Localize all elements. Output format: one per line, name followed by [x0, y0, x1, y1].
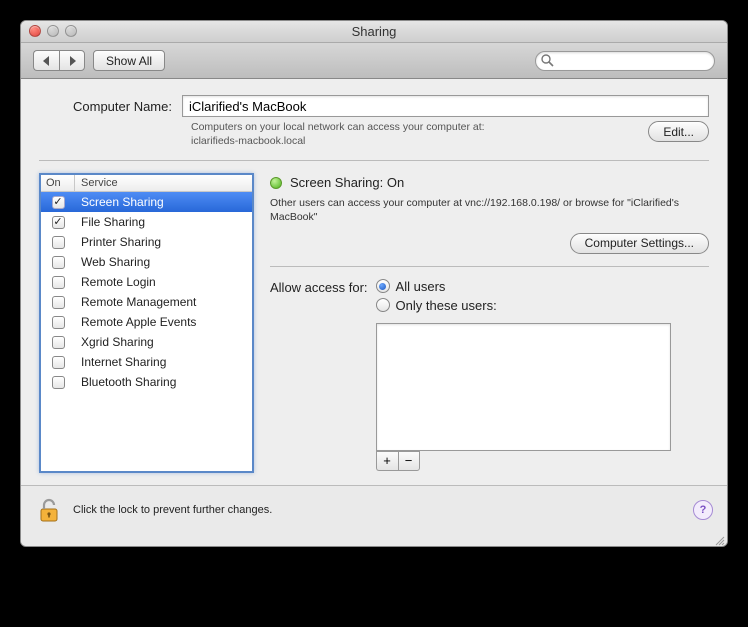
lock-row: Click the lock to prevent further change…	[21, 485, 727, 534]
edit-button[interactable]: Edit...	[648, 121, 709, 142]
status-description: Other users can access your computer at …	[270, 196, 709, 224]
search-input[interactable]	[535, 51, 715, 71]
service-checkbox[interactable]	[41, 316, 75, 329]
help-button[interactable]: ?	[693, 500, 713, 520]
lock-text: Click the lock to prevent further change…	[73, 504, 272, 516]
radio-all-users[interactable]: All users	[376, 279, 671, 294]
chevron-left-icon	[43, 56, 51, 66]
checkbox-icon	[52, 316, 65, 329]
col-on: On	[41, 175, 75, 191]
services-list[interactable]: On Service Screen Sharing File Sharing Pri…	[39, 173, 254, 473]
service-detail: Screen Sharing: On Other users can acces…	[270, 173, 709, 473]
service-checkbox[interactable]	[41, 276, 75, 289]
service-checkbox[interactable]	[41, 296, 75, 309]
radio-icon	[376, 298, 390, 312]
close-icon[interactable]	[29, 25, 41, 37]
service-name: Printer Sharing	[75, 235, 252, 249]
list-item[interactable]: Bluetooth Sharing	[41, 372, 252, 392]
service-name: Remote Management	[75, 295, 252, 309]
nav-buttons	[33, 50, 85, 71]
list-item[interactable]: Internet Sharing	[41, 352, 252, 372]
list-item[interactable]: Xgrid Sharing	[41, 332, 252, 352]
service-checkbox[interactable]	[41, 196, 75, 209]
forward-button[interactable]	[59, 50, 85, 71]
checkbox-icon	[52, 216, 65, 229]
list-item[interactable]: Printer Sharing	[41, 232, 252, 252]
service-checkbox[interactable]	[41, 376, 75, 389]
checkbox-icon	[52, 236, 65, 249]
checkbox-icon	[52, 276, 65, 289]
list-item[interactable]: Web Sharing	[41, 252, 252, 272]
list-item[interactable]: Remote Login	[41, 272, 252, 292]
service-checkbox[interactable]	[41, 356, 75, 369]
list-item[interactable]: Remote Apple Events	[41, 312, 252, 332]
content: Computer Name: Computers on your local n…	[21, 79, 727, 485]
service-name: Xgrid Sharing	[75, 335, 252, 349]
service-checkbox[interactable]	[41, 236, 75, 249]
users-list[interactable]	[376, 323, 671, 451]
list-item[interactable]: Screen Sharing	[41, 192, 252, 212]
add-user-button[interactable]: +	[376, 451, 398, 471]
sharing-preferences-window: Sharing Show All Computer Name:	[20, 20, 728, 547]
status-title: Screen Sharing: On	[290, 175, 404, 190]
checkbox-icon	[52, 256, 65, 269]
status-indicator-icon	[270, 177, 282, 189]
access-label: Allow access for:	[270, 279, 368, 295]
checkbox-icon	[52, 376, 65, 389]
radio-only-users[interactable]: Only these users:	[376, 298, 671, 313]
show-all-label: Show All	[106, 54, 152, 68]
radio-icon	[376, 279, 390, 293]
service-checkbox[interactable]	[41, 256, 75, 269]
search	[535, 51, 715, 71]
lock-icon[interactable]	[35, 496, 63, 524]
services-header: On Service	[41, 175, 252, 192]
list-item[interactable]: File Sharing	[41, 212, 252, 232]
service-name: Web Sharing	[75, 255, 252, 269]
service-name: Remote Apple Events	[75, 315, 252, 329]
col-service: Service	[75, 175, 252, 191]
checkbox-icon	[52, 356, 65, 369]
search-icon	[541, 54, 554, 67]
service-name: Screen Sharing	[75, 195, 252, 209]
remove-user-button[interactable]: −	[398, 451, 420, 471]
show-all-button[interactable]: Show All	[93, 50, 165, 71]
computer-name-input[interactable]	[182, 95, 709, 117]
service-name: Remote Login	[75, 275, 252, 289]
back-button[interactable]	[33, 50, 59, 71]
resize-grip[interactable]	[21, 534, 727, 546]
checkbox-icon	[52, 196, 65, 209]
divider	[39, 160, 709, 161]
list-item[interactable]: Remote Management	[41, 292, 252, 312]
minimize-icon[interactable]	[47, 25, 59, 37]
divider	[270, 266, 709, 267]
service-checkbox[interactable]	[41, 336, 75, 349]
chevron-right-icon	[68, 56, 76, 66]
service-name: File Sharing	[75, 215, 252, 229]
service-name: Internet Sharing	[75, 355, 252, 369]
window-controls	[29, 25, 77, 37]
computer-settings-button[interactable]: Computer Settings...	[570, 233, 709, 254]
computer-name-hint: Computers on your local network can acce…	[191, 121, 636, 148]
checkbox-icon	[52, 336, 65, 349]
service-name: Bluetooth Sharing	[75, 375, 252, 389]
toolbar: Show All	[21, 43, 727, 79]
window-title: Sharing	[352, 24, 397, 39]
zoom-icon[interactable]	[65, 25, 77, 37]
service-checkbox[interactable]	[41, 216, 75, 229]
checkbox-icon	[52, 296, 65, 309]
titlebar[interactable]: Sharing	[21, 21, 727, 43]
computer-name-label: Computer Name:	[73, 99, 172, 114]
